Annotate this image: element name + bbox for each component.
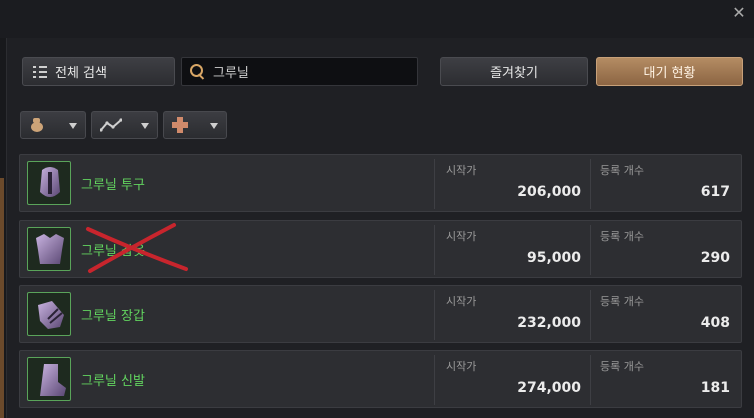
boots-icon <box>27 357 71 401</box>
price-trend-icon <box>100 118 122 132</box>
start-price-value: 232,000 <box>517 315 581 331</box>
item-row[interactable]: 그루닐 투구 시작가 206,000 등록 개수 617 <box>19 154 742 212</box>
all-search-button[interactable]: 전체 검색 <box>22 57 175 86</box>
chevron-down-icon <box>69 123 77 129</box>
gloves-icon <box>27 292 71 336</box>
filter-price-dropdown[interactable] <box>20 111 86 139</box>
registered-count-value: 408 <box>700 315 730 331</box>
item-name: 그루닐 장갑 <box>81 309 145 324</box>
registered-count-label: 등록 개수 <box>600 230 644 243</box>
start-price-label: 시작가 <box>446 295 477 308</box>
chevron-down-icon <box>141 123 149 129</box>
registered-count-label: 등록 개수 <box>600 295 644 308</box>
favorites-label: 즐겨찾기 <box>490 66 538 81</box>
divider <box>434 159 435 209</box>
registered-count-label: 등록 개수 <box>600 360 644 373</box>
divider <box>590 355 591 405</box>
filter-trend-dropdown[interactable] <box>91 111 158 139</box>
waiting-status-button[interactable]: 대기 현황 <box>596 57 743 86</box>
search-input-value: 그루닐 <box>213 66 249 81</box>
start-price-label: 시작가 <box>446 164 477 177</box>
item-row[interactable]: 그루닐 신발 시작가 274,000 등록 개수 181 <box>19 350 742 408</box>
money-bag-icon <box>29 118 44 132</box>
item-row[interactable]: 그루닐 갑옷 시작가 95,000 등록 개수 290 <box>19 220 742 278</box>
registered-count-value: 290 <box>700 250 730 266</box>
filter-enhance-dropdown[interactable] <box>163 111 227 139</box>
search-input[interactable]: 그루닐 <box>181 57 418 86</box>
waiting-status-label: 대기 현황 <box>643 66 696 81</box>
chevron-down-icon <box>210 123 218 129</box>
left-accent-bar <box>0 178 4 418</box>
registered-count-value: 617 <box>700 184 730 200</box>
helmet-icon <box>27 161 71 205</box>
divider <box>434 225 435 275</box>
item-row[interactable]: 그루닐 장갑 시작가 232,000 등록 개수 408 <box>19 285 742 343</box>
divider <box>434 355 435 405</box>
start-price-value: 274,000 <box>517 380 581 396</box>
divider <box>434 290 435 340</box>
item-name: 그루닐 갑옷 <box>81 244 145 259</box>
start-price-value: 206,000 <box>517 184 581 200</box>
all-search-label: 전체 검색 <box>55 66 107 81</box>
close-icon[interactable]: ✕ <box>730 4 748 22</box>
divider <box>590 290 591 340</box>
list-icon <box>33 65 47 78</box>
registered-count-value: 181 <box>700 380 730 396</box>
favorites-button[interactable]: 즐겨찾기 <box>440 57 588 86</box>
start-price-label: 시작가 <box>446 230 477 243</box>
search-icon <box>190 64 205 79</box>
registered-count-label: 등록 개수 <box>600 164 644 177</box>
divider <box>590 225 591 275</box>
start-price-value: 95,000 <box>526 250 581 266</box>
divider <box>590 159 591 209</box>
armor-icon <box>27 227 71 271</box>
plus-cross-icon <box>172 117 188 133</box>
item-name: 그루닐 신발 <box>81 374 145 389</box>
window-title-bar: ✕ <box>0 0 754 38</box>
start-price-label: 시작가 <box>446 360 477 373</box>
item-name: 그루닐 투구 <box>81 178 145 193</box>
